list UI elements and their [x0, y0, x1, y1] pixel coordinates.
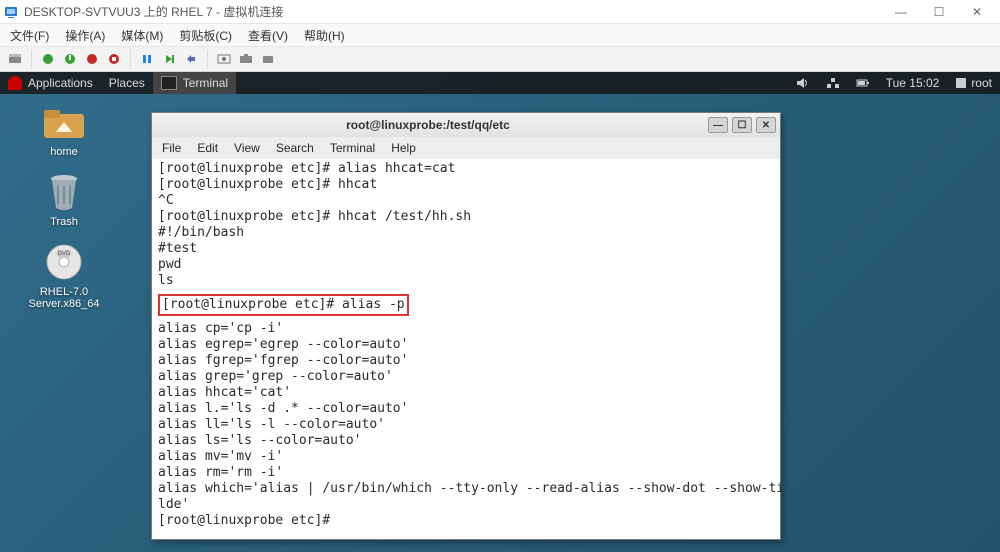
minimize-button[interactable]: —: [882, 0, 920, 24]
terminal-line: #test: [158, 241, 197, 256]
stop-icon[interactable]: [105, 50, 123, 68]
terminal-line: lde': [158, 497, 189, 512]
terminal-titlebar[interactable]: root@linuxprobe:/test/qq/etc — ☐ ✕: [152, 113, 780, 137]
terminal-line: alias which='alias | /usr/bin/which --tt…: [158, 481, 784, 496]
redhat-hat-icon: [8, 76, 22, 90]
terminal-close-button[interactable]: ✕: [756, 117, 776, 133]
toolbar-separator: [31, 50, 32, 68]
menu-action[interactable]: 操作(A): [57, 25, 113, 46]
activities-logo[interactable]: Applications: [0, 72, 101, 94]
terminal-maximize-button[interactable]: ☐: [732, 117, 752, 133]
pause-icon[interactable]: [138, 50, 156, 68]
terminal-window: root@linuxprobe:/test/qq/etc — ☐ ✕ File …: [151, 112, 781, 540]
revert-icon[interactable]: [182, 50, 200, 68]
vm-icon: [4, 5, 18, 19]
menu-view[interactable]: 查看(V): [240, 25, 296, 46]
start-icon[interactable]: [39, 50, 57, 68]
host-titlebar: DESKTOP-SVTVUU3 上的 RHEL 7 - 虚拟机连接 — ☐ ✕: [0, 0, 1000, 24]
desktop-icon-label: home: [50, 146, 78, 158]
toolbar-separator: [130, 50, 131, 68]
terminal-title: root@linuxprobe:/test/qq/etc: [152, 118, 704, 132]
gnome-top-panel: Applications Places Terminal Tue 15:02 r…: [0, 72, 1000, 94]
terminal-line: alias ll='ls -l --color=auto': [158, 417, 385, 432]
network-icon[interactable]: [818, 72, 848, 94]
shutdown-icon[interactable]: [61, 50, 79, 68]
reset-icon[interactable]: [160, 50, 178, 68]
poweroff-icon[interactable]: [83, 50, 101, 68]
battery-icon[interactable]: [848, 72, 878, 94]
terminal-line: alias hhcat='cat': [158, 385, 291, 400]
terminal-line: alias mv='mv -i': [158, 449, 283, 464]
terminal-menu-file[interactable]: File: [154, 139, 189, 157]
terminal-icon: [161, 76, 177, 90]
terminal-line: alias l.='ls -d .* --color=auto': [158, 401, 408, 416]
desktop-icons: home Trash DVD RHEL-7.0 Server.x86_64: [14, 102, 114, 324]
terminal-line: alias rm='rm -i': [158, 465, 283, 480]
snapshot-icon[interactable]: [237, 50, 255, 68]
terminal-line: [root@linuxprobe etc]# alias hhcat=cat: [158, 161, 455, 176]
panel-terminal-launcher[interactable]: Terminal: [153, 72, 236, 94]
volume-icon[interactable]: [788, 72, 818, 94]
share-icon[interactable]: [259, 50, 277, 68]
terminal-line: [root@linuxprobe etc]# hhcat: [158, 177, 377, 192]
panel-user-menu[interactable]: root: [947, 72, 1000, 94]
terminal-menu-help[interactable]: Help: [383, 139, 424, 157]
panel-places[interactable]: Places: [101, 72, 153, 94]
terminal-line: alias fgrep='fgrep --color=auto': [158, 353, 408, 368]
terminal-menu-terminal[interactable]: Terminal: [322, 139, 383, 157]
disc-icon: DVD: [42, 242, 86, 282]
folder-home-icon: [42, 102, 86, 142]
desktop-trash-icon[interactable]: Trash: [14, 172, 114, 228]
host-toolbar: [0, 46, 1000, 72]
ctrl-alt-del-icon[interactable]: [6, 50, 24, 68]
trash-icon: [42, 172, 86, 212]
terminal-line: ^C: [158, 193, 174, 208]
terminal-menubar: File Edit View Search Terminal Help: [152, 137, 780, 159]
terminal-minimize-button[interactable]: —: [708, 117, 728, 133]
terminal-line: #!/bin/bash: [158, 225, 244, 240]
panel-clock[interactable]: Tue 15:02: [878, 72, 948, 94]
close-button[interactable]: ✕: [958, 0, 996, 24]
highlighted-command: [root@linuxprobe etc]# alias -p: [158, 294, 409, 316]
toolbar-separator: [207, 50, 208, 68]
terminal-window-controls: — ☐ ✕: [704, 117, 780, 133]
terminal-line: [root@linuxprobe etc]# hhcat /test/hh.sh: [158, 209, 471, 224]
host-title: DESKTOP-SVTVUU3 上的 RHEL 7 - 虚拟机连接: [24, 3, 882, 20]
terminal-menu-edit[interactable]: Edit: [189, 139, 226, 157]
desktop-rhel-disc-icon[interactable]: DVD RHEL-7.0 Server.x86_64: [14, 242, 114, 310]
terminal-line: ls: [158, 273, 174, 288]
terminal-line: pwd: [158, 257, 181, 272]
maximize-button[interactable]: ☐: [920, 0, 958, 24]
menu-clipboard[interactable]: 剪贴板(C): [171, 25, 240, 46]
checkpoint-icon[interactable]: [215, 50, 233, 68]
host-menubar: 文件(F) 操作(A) 媒体(M) 剪贴板(C) 查看(V) 帮助(H): [0, 24, 1000, 46]
menu-file[interactable]: 文件(F): [2, 25, 57, 46]
panel-user-label: root: [971, 76, 992, 90]
terminal-menu-search[interactable]: Search: [268, 139, 322, 157]
terminal-line: alias ls='ls --color=auto': [158, 433, 362, 448]
terminal-body[interactable]: [root@linuxprobe etc]# alias hhcat=cat […: [152, 159, 780, 539]
terminal-line: alias egrep='egrep --color=auto': [158, 337, 408, 352]
svg-text:DVD: DVD: [58, 251, 71, 257]
terminal-prompt: [root@linuxprobe etc]#: [158, 513, 338, 528]
host-window-controls: — ☐ ✕: [882, 0, 996, 24]
panel-terminal-label: Terminal: [183, 76, 228, 90]
menu-help[interactable]: 帮助(H): [296, 25, 353, 46]
terminal-line: alias cp='cp -i': [158, 321, 283, 336]
panel-applications: Applications: [28, 76, 93, 90]
desktop-icon-label: RHEL-7.0 Server.x86_64: [14, 286, 114, 310]
menu-media[interactable]: 媒体(M): [113, 25, 171, 46]
terminal-menu-view[interactable]: View: [226, 139, 268, 157]
guest-desktop: Applications Places Terminal Tue 15:02 r…: [0, 72, 1000, 552]
desktop-icon-label: Trash: [50, 216, 78, 228]
desktop-home-icon[interactable]: home: [14, 102, 114, 158]
terminal-line: alias grep='grep --color=auto': [158, 369, 393, 384]
